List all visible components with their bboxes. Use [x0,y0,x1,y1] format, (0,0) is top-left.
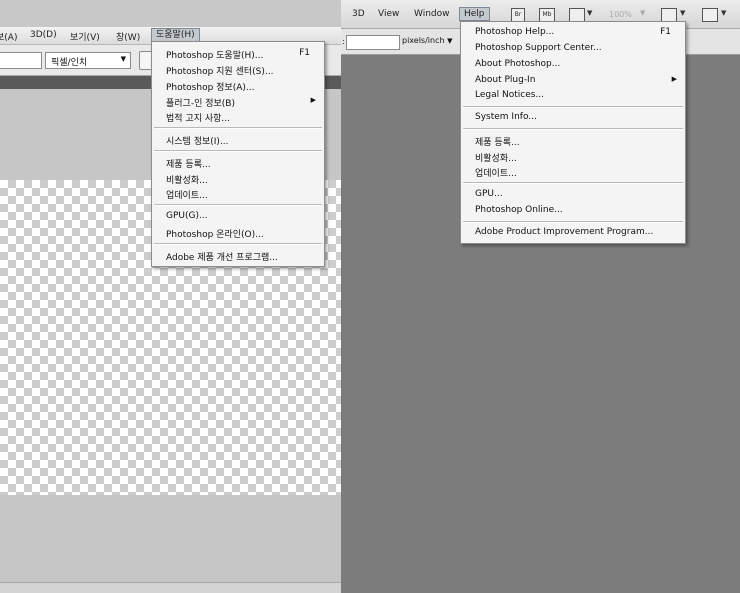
chevron-down-icon: ▼ [447,37,453,45]
menu-separator [463,221,683,223]
menu-item-system-info[interactable]: 시스템 정보(I)... [152,132,324,147]
menu-help[interactable]: 도움말(H) [151,28,200,42]
help-menu-english: Photoshop Help... F1 Photoshop Support C… [460,21,686,244]
chevron-down-icon: ▼ [120,55,126,63]
menu-item-system-info-en[interactable]: System Info... [461,110,685,125]
bridge-icon[interactable]: Br [511,8,525,22]
chevron-down-icon: ▼ [680,9,686,17]
menu-item-photoshop-help[interactable]: Photoshop 도움말(H)... F1 [152,46,324,61]
menu-item-deactivate[interactable]: 비활성화... [152,171,324,186]
menu-item-legal-notices[interactable]: 법적 고지 사항... [152,109,324,124]
menu-window[interactable]: 창(W) [116,30,140,43]
menu-item-photoshop-online-en[interactable]: Photoshop Online... [461,203,685,218]
menu-separator [154,243,322,245]
menu-window-en[interactable]: Window [414,9,450,19]
menu-help-en[interactable]: Help [459,7,490,21]
menu-item-support-center-en[interactable]: Photoshop Support Center... [461,41,685,56]
menu-item-gpu-en[interactable]: GPU... [461,187,685,202]
menu-item-photoshop-help-en[interactable]: Photoshop Help... F1 [461,25,685,40]
menu-separator [154,127,322,129]
menu-3d-en[interactable]: 3D [352,9,365,19]
menu-separator [463,106,683,108]
resolution-label: : [342,37,345,46]
menu-item-about-plugin[interactable]: 플러그-인 정보(B) ▶ [152,94,324,109]
menu-separator [463,128,683,130]
menu-item-deactivate-en[interactable]: 비활성화... [461,149,685,164]
screen-mode-icon[interactable] [702,8,718,22]
chevron-down-icon: ▼ [721,9,727,17]
resolution-unit-select[interactable]: 픽셀/인치 ▼ [45,52,131,69]
help-menu-korean: Photoshop 도움말(H)... F1 Photoshop 지원 센터(S… [151,41,325,267]
menu-separator [154,150,322,152]
view-extras-icon[interactable] [569,8,585,22]
menu-item-product-improvement-en[interactable]: Adobe Product Improvement Program... [461,225,685,240]
resolution-unit-select-en[interactable]: pixels/inch ▼ [402,36,453,45]
menu-separator [463,182,683,184]
menu-item-product-registration-en[interactable]: 제품 등록... [461,133,685,148]
mini-bridge-icon[interactable]: Mb [539,8,555,22]
menu-item-about-photoshop[interactable]: Photoshop 정보(A)... [152,78,324,93]
menu-item-updates[interactable]: 업데이트... [152,186,324,201]
chevron-right-icon: ▶ [310,96,316,104]
menu-separator [154,204,322,206]
arrange-documents-icon[interactable] [661,8,677,22]
menu-item-gpu[interactable]: GPU(G)... [152,209,324,224]
chevron-down-icon: ▼ [587,9,593,17]
menu-view[interactable]: 보기(V) [70,30,100,43]
menu-view-en[interactable]: View [378,9,399,19]
menu-item-about-plugin-en[interactable]: About Plug-In ▶ [461,73,685,88]
menu-item-support-center[interactable]: Photoshop 지원 센터(S)... [152,62,324,77]
resolution-input[interactable] [0,52,42,69]
status-bar [0,582,341,593]
menu-item-about-photoshop-en[interactable]: About Photoshop... [461,57,685,72]
menu-item-product-registration[interactable]: 제품 등록... [152,155,324,170]
menu-3d[interactable]: 3D(D) [30,30,57,40]
chevron-right-icon: ▶ [671,75,677,83]
zoom-level[interactable]: 100% [609,10,632,19]
resolution-input-en[interactable] [346,35,400,50]
menu-item-product-improvement[interactable]: Adobe 제품 개선 프로그램... [152,248,324,263]
chevron-down-icon: ▼ [640,9,646,17]
menu-item-photoshop-online[interactable]: Photoshop 온라인(O)... [152,225,324,240]
menu-item-updates-en[interactable]: 업데이트... [461,164,685,179]
menu-image[interactable]: 보(A) [0,30,17,43]
resolution-unit-value: 픽셀/인치 [51,58,88,68]
menu-item-legal-notices-en[interactable]: Legal Notices... [461,88,685,103]
